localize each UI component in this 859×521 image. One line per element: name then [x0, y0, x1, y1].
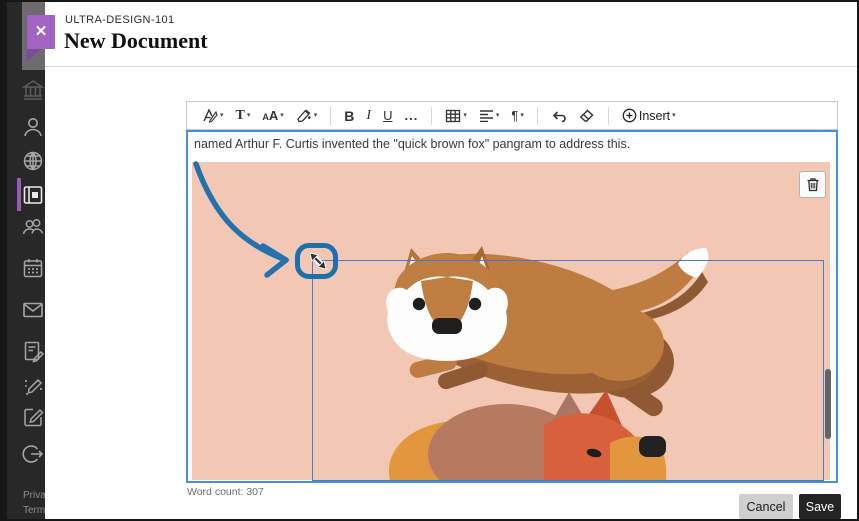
courses-icon[interactable]	[21, 183, 45, 207]
text-color-button[interactable]: ▾	[290, 105, 324, 127]
italic-button[interactable]: I	[360, 105, 377, 127]
cancel-button[interactable]: Cancel	[739, 494, 793, 519]
fox-illustration	[192, 162, 830, 480]
editor-scrollbar-thumb[interactable]	[825, 369, 831, 439]
breadcrumb-course-id: ULTRA-DESIGN-101	[65, 14, 175, 26]
align-button[interactable]: ▾	[473, 105, 506, 127]
chevron-down-icon: ▾	[220, 112, 224, 119]
underline-button[interactable]: U	[377, 105, 398, 127]
app-window: Privacy Terms ULTRA-DESIGN-101 New Docum…	[0, 0, 859, 521]
sign-out-icon[interactable]	[21, 442, 45, 466]
close-icon: ✕	[27, 22, 55, 40]
image-resize-handle[interactable]	[308, 251, 328, 271]
institution-icon[interactable]	[21, 78, 45, 102]
chevron-down-icon: ▾	[520, 112, 524, 119]
assist-icon[interactable]	[21, 375, 45, 399]
more-formatting-button[interactable]: ...	[398, 105, 424, 127]
trash-icon	[806, 177, 820, 192]
undo-button[interactable]	[545, 105, 573, 127]
active-course-indicator	[17, 178, 21, 211]
organizations-icon[interactable]	[21, 215, 45, 239]
delete-image-button[interactable]	[799, 171, 826, 198]
chevron-down-icon: ▾	[314, 112, 318, 119]
text-style-button[interactable]: ▾	[196, 105, 230, 127]
save-button[interactable]: Save	[799, 494, 841, 519]
toolbar-separator	[330, 107, 331, 125]
terms-link[interactable]: Terms	[23, 505, 45, 516]
toolbar-separator	[537, 107, 538, 125]
activity-icon[interactable]	[21, 149, 45, 173]
calendar-icon[interactable]	[21, 256, 45, 280]
clear-formatting-eraser-button[interactable]	[573, 105, 601, 127]
font-size-button[interactable]: AA ▾	[256, 105, 289, 127]
bold-button[interactable]: B	[338, 105, 360, 127]
chevron-down-icon: ▾	[247, 112, 251, 119]
document-panel: ULTRA-DESIGN-101 New Document ▾ T ▾ AA ▾…	[45, 2, 857, 519]
word-count: Word count: 307	[187, 486, 264, 498]
profile-icon[interactable]	[21, 115, 45, 139]
base-navigation-sidebar: Privacy Terms	[2, 2, 45, 519]
privacy-link[interactable]: Privacy	[23, 490, 45, 501]
chevron-down-icon: ▾	[463, 112, 467, 119]
paragraph-button[interactable]: ¶ ▾	[505, 105, 530, 127]
resize-cursor-icon	[308, 251, 328, 271]
insert-button[interactable]: Insert ▾	[616, 105, 682, 127]
editor-toolbar: ▾ T ▾ AA ▾ ▾ B I U ... ▾	[186, 101, 838, 130]
messages-icon[interactable]	[21, 298, 45, 322]
chevron-down-icon: ▾	[496, 112, 500, 119]
table-button[interactable]: ▾	[439, 105, 473, 127]
toolbar-separator	[608, 107, 609, 125]
page-title: New Document	[64, 28, 208, 54]
tools-icon[interactable]	[21, 405, 45, 429]
chevron-down-icon: ▾	[672, 112, 676, 119]
editor-paragraph: named Arthur F. Curtis invented the "qui…	[194, 137, 630, 151]
chevron-down-icon: ▾	[280, 112, 284, 119]
header-divider	[45, 66, 857, 67]
close-panel-button[interactable]: ✕	[27, 15, 55, 62]
toolbar-separator	[431, 107, 432, 125]
font-family-button[interactable]: T ▾	[230, 105, 257, 127]
embedded-image[interactable]	[192, 162, 830, 480]
gradebook-icon[interactable]	[21, 339, 45, 363]
